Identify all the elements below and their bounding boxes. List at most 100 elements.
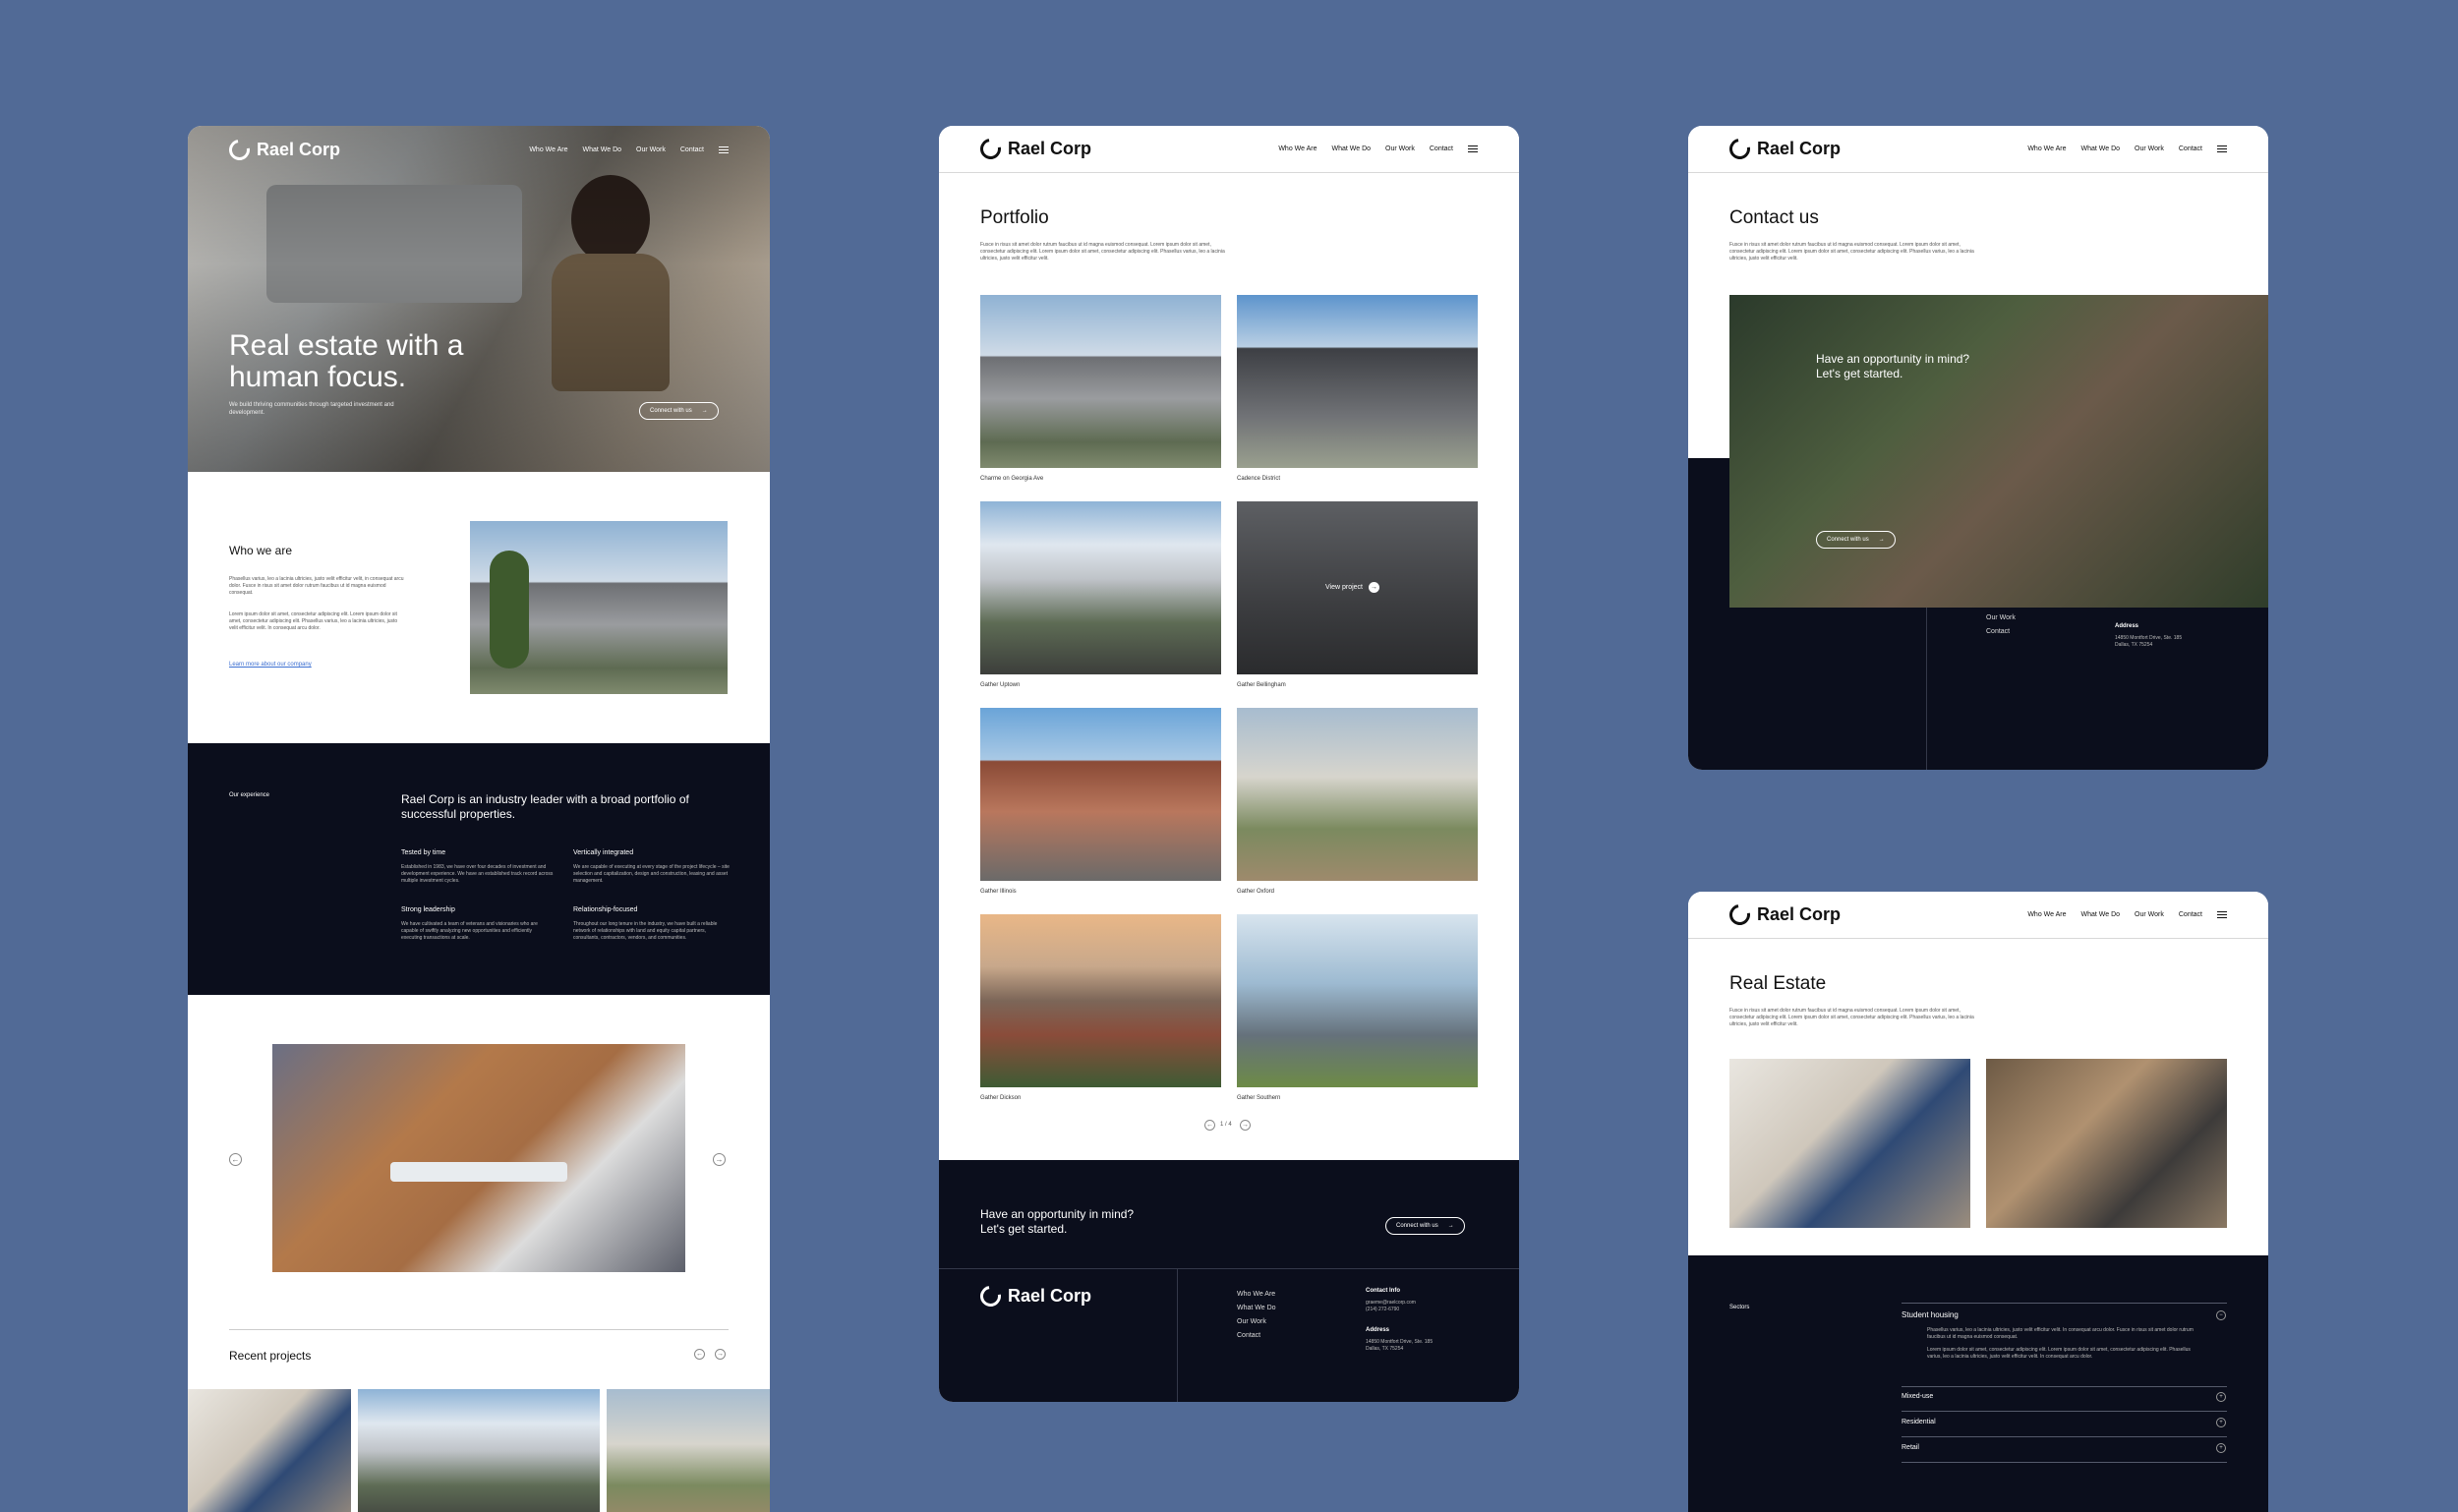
portfolio-item-7-caption: Gather Dickson — [980, 1095, 1022, 1101]
nav-who-we-are[interactable]: Who We Are — [2027, 145, 2066, 152]
brand-logo[interactable]: Rael Corp — [1725, 900, 1841, 930]
hamburger-icon[interactable] — [2217, 911, 2227, 918]
feature-1-title: Tested by time — [401, 849, 446, 856]
portfolio-item-7-image[interactable] — [980, 914, 1221, 1087]
pager-prev-icon[interactable]: ← — [1204, 1120, 1215, 1131]
recent-next-icon[interactable]: → — [715, 1349, 726, 1360]
table-shape — [390, 1162, 567, 1182]
feature-1: Tested by time Established in 1983, we h… — [401, 849, 554, 885]
feature-2: Vertically integrated We are capable of … — [573, 849, 731, 885]
footer-cta-text: Have an opportunity in mind? Let's get s… — [980, 1207, 1134, 1237]
carousel-prev-icon[interactable]: ← — [229, 1153, 242, 1166]
sector-student-housing-text-2: Lorem ipsum dolor sit amet, consectetur … — [1927, 1347, 2191, 1360]
footer-email[interactable]: graeme@raelcorp.com — [1366, 1300, 1433, 1307]
footer-brand-logo[interactable]: Rael Corp — [975, 1281, 1091, 1311]
footer-link-our-work[interactable]: Our Work — [1986, 611, 2025, 625]
hero-connect-label: Connect with us — [650, 408, 692, 414]
brand-logo[interactable]: Rael Corp — [1725, 134, 1842, 164]
recent-project-2-image[interactable] — [358, 1389, 600, 1512]
portfolio-nav: Rael Corp Who We Are What We Do Our Work… — [939, 126, 1519, 173]
feature-3-title: Strong leadership — [401, 906, 455, 913]
portfolio-item-4-image[interactable]: View project → — [1237, 501, 1478, 674]
view-project-overlay[interactable]: View project → — [1325, 582, 1380, 593]
logo-ring-icon — [975, 134, 1006, 164]
footer-link-contact[interactable]: Contact — [1237, 1329, 1276, 1343]
portfolio-item-5-caption: Gather Illinois — [980, 889, 1017, 895]
brand-name: Rael Corp — [1757, 139, 1842, 158]
brand-name: Rael Corp — [257, 139, 341, 159]
nav-contact[interactable]: Contact — [2179, 145, 2202, 152]
nav-contact[interactable]: Contact — [2179, 911, 2202, 918]
realestate-title: Real Estate — [1729, 973, 1827, 994]
sector-student-housing[interactable]: Student housing Phasellus varius, leo a … — [1902, 1310, 2227, 1361]
pager-next-icon[interactable]: → — [1240, 1120, 1251, 1131]
sector-mixed-use[interactable]: Mixed-use — [1902, 1393, 1933, 1400]
nav-our-work[interactable]: Our Work — [2135, 911, 2164, 918]
footer-phone[interactable]: (214) 272-6790 — [1366, 1307, 1433, 1313]
portfolio-item-3-image[interactable] — [980, 501, 1221, 674]
divider — [229, 1329, 729, 1330]
learn-more-link[interactable]: Learn more about our company — [229, 662, 312, 668]
who-we-are-title: Who we are — [229, 544, 293, 557]
contact-cta-line2: Let's get started. — [1816, 367, 1903, 380]
nav-what-we-do[interactable]: What We Do — [1331, 145, 1371, 152]
contact-cta-text: Have an opportunity in mind? Let's get s… — [1816, 352, 1969, 381]
brand-logo[interactable]: Rael Corp — [224, 135, 341, 164]
logo-ring-icon — [975, 1281, 1006, 1311]
portfolio-item-6-image[interactable] — [1237, 708, 1478, 881]
expand-icon[interactable]: + — [2216, 1392, 2226, 1402]
pager-label: 1 / 4 — [1220, 1122, 1232, 1128]
hero-title-line2: human focus. — [229, 361, 407, 393]
who-we-are-image — [470, 521, 728, 694]
who-paragraph-1: Phasellus varius, leo a lacinia ultricie… — [229, 576, 404, 596]
feature-3-text: We have cultivated a team of veterans an… — [401, 921, 538, 941]
contact-connect-button[interactable]: Connect with us → — [1816, 531, 1896, 549]
sector-divider-3 — [1902, 1436, 2227, 1437]
nav-contact[interactable]: Contact — [1430, 145, 1453, 152]
collapse-icon[interactable]: − — [2216, 1310, 2226, 1320]
footer-link-who-we-are[interactable]: Who We Are — [1237, 1288, 1276, 1302]
hamburger-icon[interactable] — [719, 145, 729, 153]
nav-what-we-do[interactable]: What We Do — [582, 146, 621, 153]
portfolio-item-1-image[interactable] — [980, 295, 1221, 468]
footer-contact-label: Contact Info — [1366, 1288, 1400, 1294]
expand-icon[interactable]: + — [2216, 1418, 2226, 1427]
nav-our-work[interactable]: Our Work — [1385, 145, 1415, 152]
nav-who-we-are[interactable]: Who We Are — [529, 146, 567, 153]
hamburger-icon[interactable] — [2217, 145, 2227, 152]
portfolio-item-8-image[interactable] — [1237, 914, 1478, 1087]
nav-what-we-do[interactable]: What We Do — [2080, 145, 2120, 152]
nav-our-work[interactable]: Our Work — [636, 146, 666, 153]
sector-residential[interactable]: Residential — [1902, 1419, 1936, 1425]
realestate-nav: Rael Corp Who We Are What We Do Our Work… — [1688, 892, 2268, 939]
footer-link-our-work[interactable]: Our Work — [1237, 1315, 1276, 1329]
footer-connect-button[interactable]: Connect with us → — [1385, 1217, 1465, 1235]
hero-title-line1: Real estate with a — [229, 329, 464, 362]
footer-address-line2: Dallas, TX 75254 — [2115, 642, 2153, 648]
portfolio-item-5-image[interactable] — [980, 708, 1221, 881]
carousel-next-icon[interactable]: → — [713, 1153, 726, 1166]
nav-who-we-are[interactable]: Who We Are — [2027, 911, 2066, 918]
brand-name: Rael Corp — [1008, 139, 1092, 158]
nav-contact[interactable]: Contact — [680, 146, 704, 153]
nav-what-we-do[interactable]: What We Do — [2080, 911, 2120, 918]
hero-subtitle: We build thriving communities through ta… — [229, 402, 394, 416]
nav-who-we-are[interactable]: Who We Are — [1278, 145, 1317, 152]
sector-student-housing-text-1: Phasellus varius, leo a lacinia ultricie… — [1927, 1327, 2194, 1340]
brand-logo[interactable]: Rael Corp — [975, 134, 1092, 164]
hero-connect-button[interactable]: Connect with us → — [639, 402, 719, 420]
contact-intro: Fusce in risus sit amet dolor rutrum fau… — [1729, 242, 1974, 262]
nav-our-work[interactable]: Our Work — [2135, 145, 2164, 152]
footer-link-what-we-do[interactable]: What We Do — [1237, 1302, 1276, 1315]
sector-student-housing-label: Student housing — [1902, 1310, 1959, 1319]
recent-prev-icon[interactable]: ← — [694, 1349, 705, 1360]
sectors-label: Sectors — [1729, 1305, 1750, 1310]
sector-retail[interactable]: Retail — [1902, 1444, 1919, 1451]
portfolio-item-2-image[interactable] — [1237, 295, 1478, 468]
footer-link-contact[interactable]: Contact — [1986, 625, 2025, 639]
hamburger-icon[interactable] — [1468, 145, 1478, 152]
recent-project-3-image[interactable] — [607, 1389, 770, 1512]
recent-project-1-image[interactable] — [188, 1389, 351, 1512]
feature-4: Relationship-focused Throughout our long… — [573, 906, 731, 942]
expand-icon[interactable]: + — [2216, 1443, 2226, 1453]
